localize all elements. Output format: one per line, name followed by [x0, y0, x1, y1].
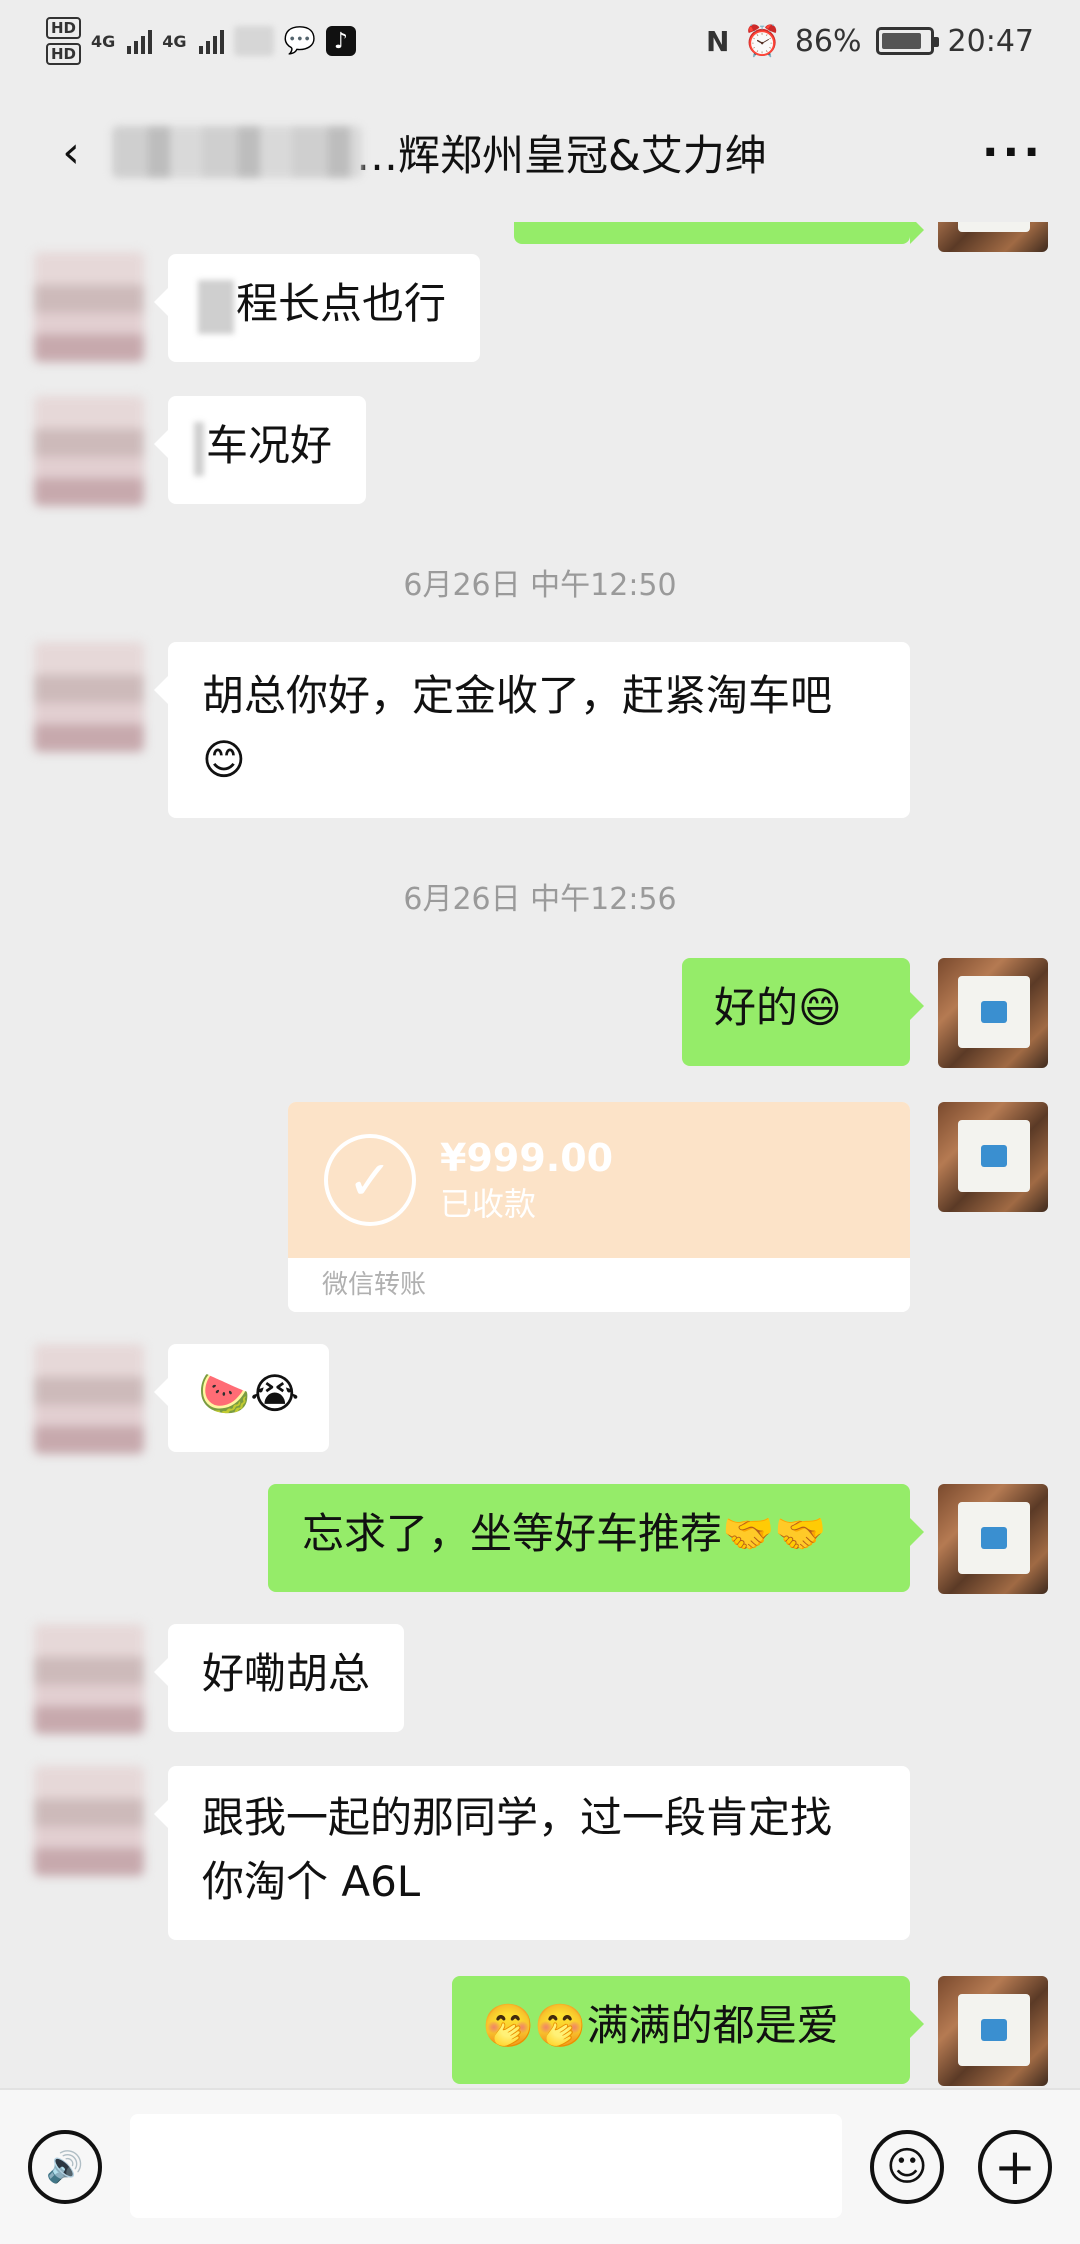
status-right: N ⏰ 86% 20:47 — [706, 24, 1034, 59]
signal-icon-2 — [198, 28, 224, 54]
hd-badge-1: HD — [46, 17, 82, 39]
battery-icon — [875, 27, 939, 55]
message-bubble[interactable]: 忘求了，坐等好车推荐🤝🤝 — [268, 1484, 924, 1592]
blurred-text — [194, 421, 204, 476]
voice-input-button[interactable]: 🔊 — [28, 2130, 102, 2204]
message-bubble-partial[interactable] — [514, 222, 924, 244]
my-avatar[interactable] — [938, 1102, 1048, 1212]
message-bubble-icon: 💬 — [283, 26, 316, 56]
tiktok-icon: ♪ — [325, 26, 356, 56]
status-bar: HD HD 4G 4G 💬 ♪ N ⏰ 86% 20:47 — [0, 0, 1080, 82]
contact-avatar[interactable] — [34, 252, 144, 362]
chat-title: …辉郑州皇冠&艾力绅 — [356, 130, 767, 180]
transfer-footer: 微信转账 — [288, 1258, 910, 1312]
more-actions-button[interactable]: + — [978, 2130, 1052, 2204]
smile-emoji: 😊 — [202, 735, 246, 784]
hd-indicators: HD HD — [46, 17, 82, 65]
status-left: HD HD 4G 4G 💬 ♪ — [46, 17, 356, 65]
face-hand-emoji: 🤭🤭 — [482, 2001, 587, 2050]
message-text-line-2: 你淘个 A6L — [202, 1857, 421, 1906]
transfer-amount: ¥999.00 — [440, 1136, 614, 1180]
transfer-details: ¥999.00 已收款 — [440, 1134, 613, 1226]
my-avatar[interactable] — [938, 958, 1048, 1068]
message-timestamp: 6月26日 中午12:50 — [403, 568, 677, 603]
contact-avatar[interactable] — [34, 396, 144, 506]
hd-badge-2: HD — [46, 43, 82, 65]
blurred-text — [198, 279, 234, 334]
message-text-line-1: 跟我一起的那同学，过一段肯定找 — [202, 1793, 833, 1842]
alarm-icon: ⏰ — [743, 23, 781, 59]
nfc-icon: N — [706, 24, 730, 58]
message-text: 好的 — [714, 983, 799, 1032]
message-text: 忘求了，坐等好车推荐 — [302, 1509, 723, 1558]
back-arrow-icon: ‹ — [62, 126, 80, 178]
smiley-icon: ☺ — [886, 2144, 928, 2190]
grin-emoji: 😄 — [798, 983, 842, 1032]
my-avatar[interactable] — [938, 1484, 1048, 1594]
wechat-transfer-card[interactable]: ✓ ¥999.00 已收款 微信转账 — [288, 1102, 910, 1312]
transfer-body: ✓ ¥999.00 已收款 — [288, 1102, 910, 1258]
watermelon-cry-emoji: 🍉😭 — [198, 1369, 300, 1418]
message-bubble[interactable]: 🤭🤭满满的都是爱 — [452, 1976, 924, 2084]
message-bubble[interactable]: 跟我一起的那同学，过一段肯定找 你淘个 A6L — [154, 1766, 910, 1940]
back-button[interactable]: ‹ — [36, 117, 106, 187]
signal-icon-1 — [127, 28, 153, 54]
message-bubble[interactable]: 胡总你好，定金收了，赶紧淘车吧 😊 — [154, 642, 910, 818]
message-input[interactable] — [130, 2114, 842, 2218]
plus-icon: + — [994, 2138, 1036, 2196]
my-avatar-partial[interactable] — [938, 222, 1048, 252]
voice-icon: 🔊 — [46, 2149, 84, 2185]
contact-avatar[interactable] — [34, 1766, 144, 1876]
message-text: 好嘞胡总 — [202, 1649, 371, 1698]
message-text: 程长点也行 — [236, 279, 447, 328]
message-bubble[interactable]: 🍉😭 — [153, 1344, 330, 1452]
transfer-status: 已收款 — [440, 1185, 537, 1223]
message-bubble[interactable]: 车况好 — [153, 396, 367, 504]
check-icon: ✓ — [324, 1134, 416, 1226]
message-bubble[interactable]: 好的😄 — [682, 958, 924, 1066]
message-bubble[interactable]: 程长点也行 — [153, 254, 481, 362]
handshake-emoji: 🤝🤝 — [722, 1509, 827, 1558]
contact-avatar[interactable] — [34, 1344, 144, 1454]
message-text: 满满的都是爱 — [586, 2001, 839, 2050]
battery-percent: 86% — [794, 23, 862, 59]
message-timestamp: 6月26日 中午12:56 — [403, 882, 677, 917]
blurred-title-prefix — [112, 126, 362, 178]
more-options-button[interactable]: ··· — [982, 127, 1044, 178]
contact-avatar[interactable] — [34, 1624, 144, 1734]
message-bubble[interactable]: 好嘞胡总 — [153, 1624, 405, 1732]
message-list[interactable]: 程长点也行 车况好 6月26日 中午12:50 胡总你好，定金收了，赶紧淘车吧 … — [0, 222, 1080, 2088]
network-type-2: 4G — [162, 31, 187, 51]
network-type-1: 4G — [91, 31, 116, 51]
message-text: 胡总你好，定金收了，赶紧淘车吧 — [202, 671, 833, 720]
blurred-notification-icon — [233, 26, 274, 56]
message-text: 车况好 — [206, 421, 333, 470]
emoji-button[interactable]: ☺ — [870, 2130, 944, 2204]
clock: 20:47 — [947, 23, 1034, 59]
chat-header: ‹ …辉郑州皇冠&艾力绅 ··· — [0, 82, 1080, 222]
input-bar: 🔊 ☺ + — [0, 2088, 1080, 2244]
my-avatar[interactable] — [938, 1976, 1048, 2086]
contact-avatar[interactable] — [34, 642, 144, 752]
